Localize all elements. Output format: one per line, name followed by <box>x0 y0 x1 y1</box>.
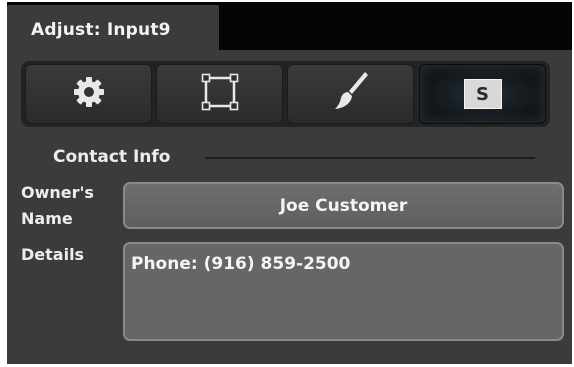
panel-title-tab[interactable]: Adjust: Input9 <box>7 5 219 50</box>
tab-style[interactable] <box>287 64 414 124</box>
owner-name-field[interactable]: Joe Customer <box>123 182 564 229</box>
brush-icon <box>331 72 371 116</box>
owner-name-value: Joe Customer <box>279 195 408 216</box>
crop-icon <box>200 72 240 116</box>
tab-transform[interactable] <box>156 64 283 124</box>
details-label: Details <box>21 245 85 264</box>
tab-settings[interactable] <box>25 64 152 124</box>
details-value: Phone: (916) 859-2500 <box>131 254 351 274</box>
owner-name-label-line2: Name <box>21 209 73 228</box>
details-field[interactable]: Phone: (916) 859-2500 <box>123 242 564 341</box>
panel-title: Adjust: Input9 <box>31 20 171 40</box>
adjust-panel: Adjust: Input9 S Contact Info Owner's Na… <box>7 2 572 364</box>
section-title-contact-info: Contact Info <box>53 147 171 167</box>
panel-header: Adjust: Input9 <box>7 2 572 50</box>
adjust-toolbar: S <box>21 61 550 127</box>
gear-icon <box>72 75 106 113</box>
tab-script[interactable]: S <box>419 64 546 124</box>
s-badge-icon: S <box>463 79 502 109</box>
owner-name-label-line1: Owner's <box>21 183 94 202</box>
section-divider <box>205 157 535 159</box>
